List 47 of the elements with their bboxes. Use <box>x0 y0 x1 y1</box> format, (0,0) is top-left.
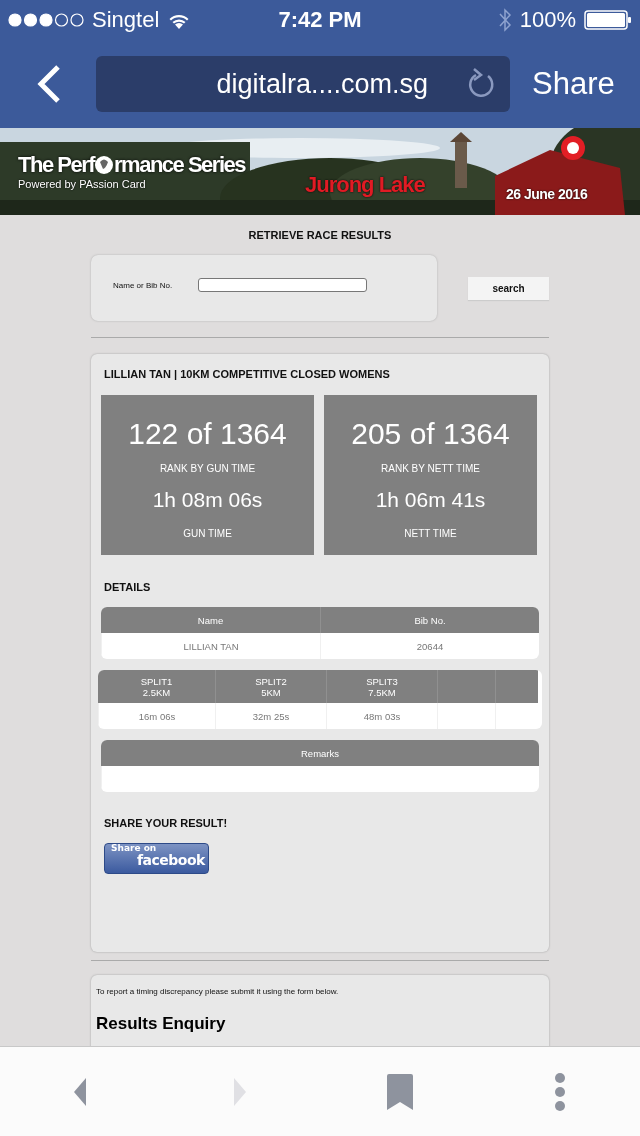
address-bar[interactable]: digitalra....com.sg <box>96 56 510 112</box>
table-header: Bib No. <box>320 607 539 633</box>
table-cell: LILLIAN TAN <box>101 633 320 659</box>
search-button[interactable]: search <box>468 276 549 300</box>
result-heading: LILLIAN TAN | 10KM COMPETITIVE CLOSED WOMENS <box>103 368 391 380</box>
share-button[interactable]: Share <box>510 66 615 102</box>
bluetooth-icon <box>497 8 512 32</box>
signal-icon <box>8 13 84 27</box>
time-label: GUN TIME <box>183 528 232 539</box>
table-header: Remarks <box>101 740 539 766</box>
rank-label: RANK BY NETT TIME <box>381 463 480 474</box>
share-heading: SHARE YOUR RESULT! <box>103 817 229 829</box>
more-icon[interactable] <box>554 1071 566 1112</box>
enquiry-title: Results Enquiry <box>96 1014 227 1034</box>
table-cell: 32m 25s <box>215 703 326 729</box>
time-label: NETT TIME <box>404 528 457 539</box>
banner-logo-text: The Perf <box>18 152 95 178</box>
bookmark-icon[interactable] <box>387 1073 413 1110</box>
table-header: Name <box>101 607 320 633</box>
section-title: RETRIEVE RACE RESULTS <box>248 229 392 241</box>
banner-tagline: Powered by PAssion Card <box>18 178 147 190</box>
clock-time: 7:42 PM <box>278 7 362 33</box>
rank-value: 205 of 1364 <box>351 417 510 451</box>
back-icon[interactable] <box>36 64 62 104</box>
table-header: SPLIT2 5KM <box>215 670 326 703</box>
table-cell: 48m 03s <box>326 703 437 729</box>
banner-logo-text: rmance Series <box>114 152 245 178</box>
time-value: 1h 06m 41s <box>375 488 486 512</box>
search-field[interactable] <box>198 278 368 292</box>
rank-value: 122 of 1364 <box>128 417 287 451</box>
facebook-share-button[interactable]: Share on facebook <box>104 843 209 874</box>
field-label: Name or Bib No. <box>113 280 173 290</box>
table-header: SPLIT3 7.5KM <box>326 670 437 703</box>
event-location: Jurong Lake <box>305 172 425 198</box>
table-cell: 20644 <box>320 633 539 659</box>
table-cell: 16m 06s <box>98 703 215 729</box>
rank-label: RANK BY GUN TIME <box>159 463 256 474</box>
event-date: 26 June 2016 <box>506 186 588 202</box>
details-heading: DETAILS <box>103 581 152 593</box>
url-text: digitalra....com.sg <box>216 68 428 100</box>
battery-percentage: 100% <box>519 7 576 33</box>
enquiry-note: To report a timing discrepancy please submit it using the form below. <box>96 987 340 996</box>
battery-icon <box>584 10 632 30</box>
table-header: SPLIT1 2.5KM <box>98 670 215 703</box>
carrier-name: Singtel <box>92 7 160 33</box>
back-icon[interactable] <box>72 1076 88 1107</box>
time-value: 1h 08m 06s <box>152 488 263 512</box>
